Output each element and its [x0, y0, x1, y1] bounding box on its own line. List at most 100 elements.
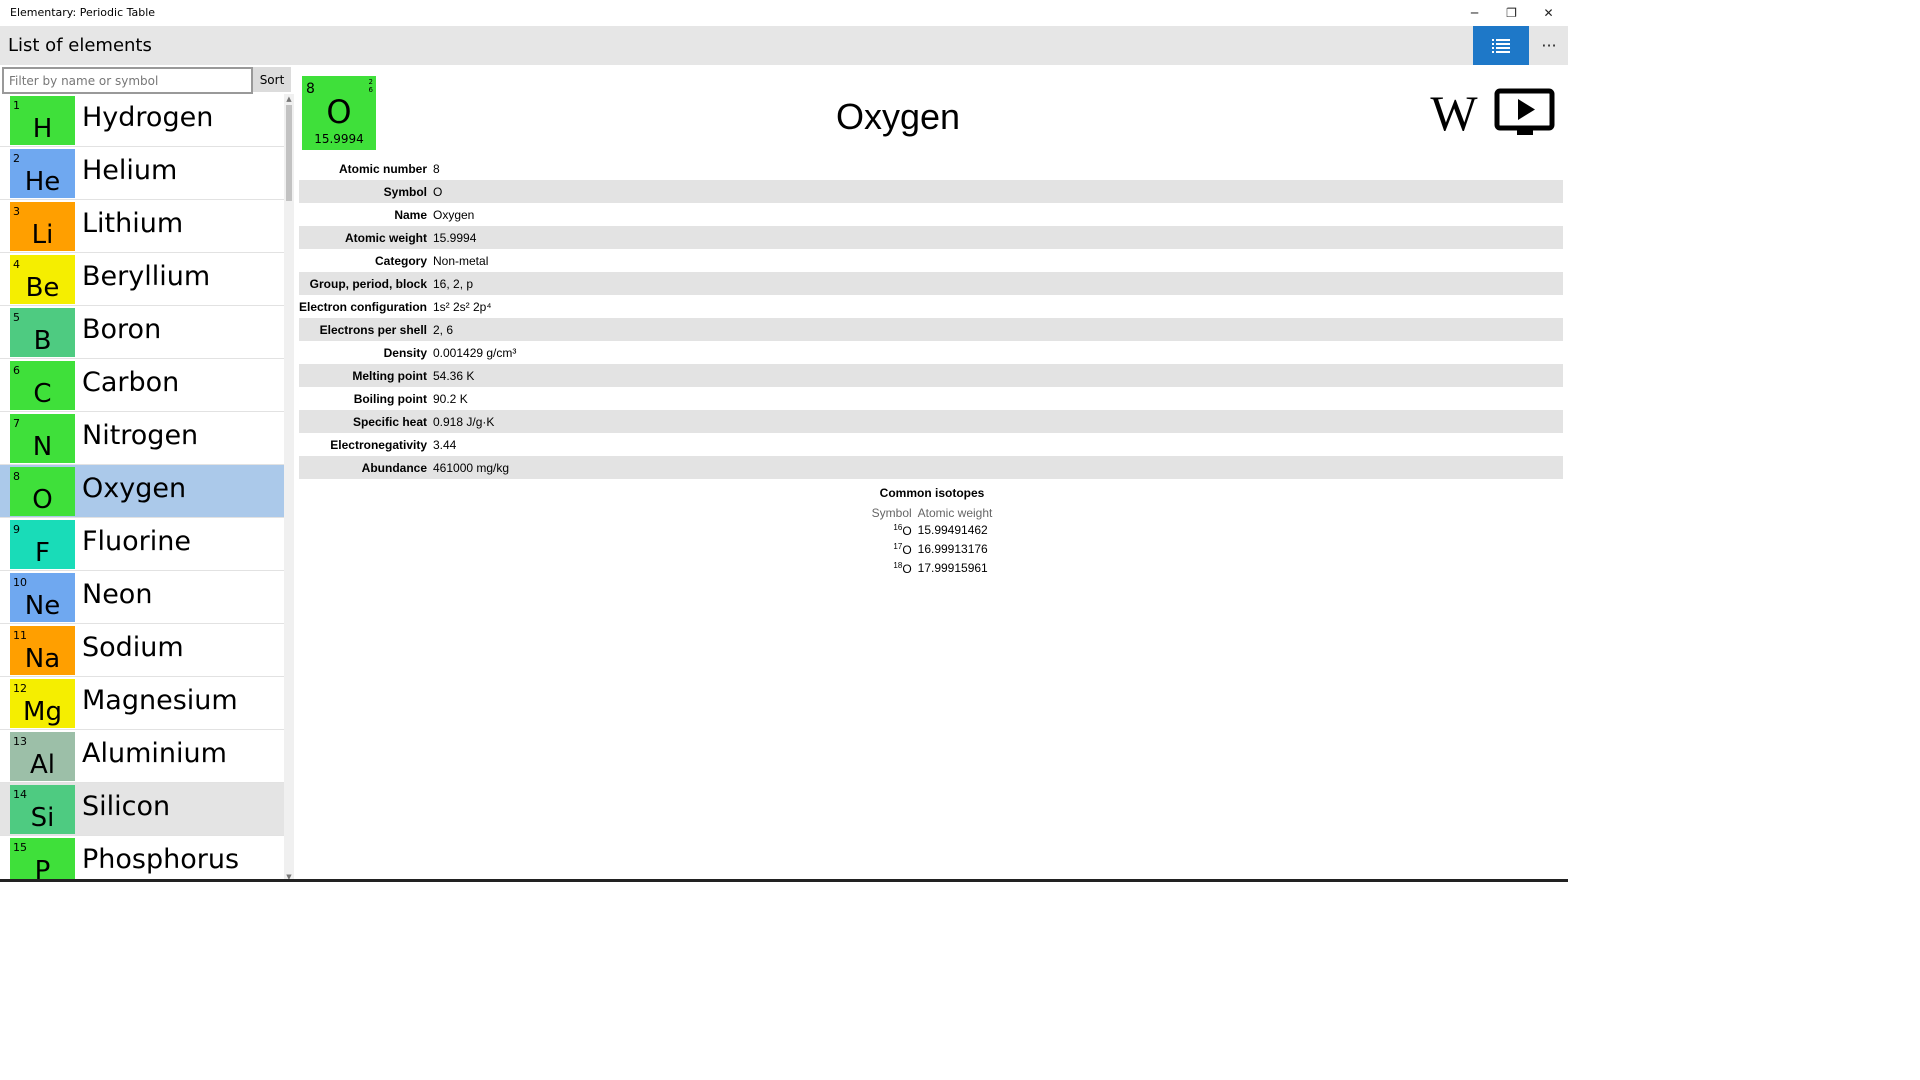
element-list-item[interactable]: 14 Si Silicon	[0, 783, 284, 836]
element-name: Fluorine	[82, 526, 191, 557]
scroll-thumb[interactable]	[286, 105, 292, 201]
wikipedia-icon[interactable]: W	[1423, 88, 1485, 138]
isotope-header-symbol: Symbol	[871, 506, 912, 520]
property-value: Non-metal	[433, 253, 489, 268]
element-tile: 6C	[10, 361, 75, 410]
maximize-button[interactable]: ❐	[1493, 0, 1530, 26]
element-list-item[interactable]: 8 O Oxygen	[0, 465, 284, 518]
isotopes-table: Symbol Atomic weight 16O 15.99491462 17O 16…	[869, 506, 996, 577]
element-list-item[interactable]: 12 Mg Magnesium	[0, 677, 284, 730]
list-scrollbar[interactable]: ▲ ▼	[284, 94, 294, 882]
property-label: Name	[394, 207, 427, 222]
property-row: Density 0.001429 g/cm³	[299, 341, 1563, 364]
element-name: Nitrogen	[82, 420, 199, 451]
filter-input[interactable]	[2, 67, 253, 94]
isotope-weight: 16.99913176	[917, 541, 988, 556]
element-list-item[interactable]: 4 Be Beryllium	[0, 253, 284, 306]
tile-shell-1: 2	[368, 78, 373, 86]
property-row: Abundance 461000 mg/kg	[299, 456, 1563, 479]
element-symbol: He	[24, 167, 61, 197]
element-symbol: O	[32, 485, 53, 515]
element-list-item[interactable]: 7 N Nitrogen	[0, 412, 284, 465]
isotope-symbol: 16O	[869, 520, 915, 539]
element-tile: 5B	[10, 308, 75, 357]
list-view-button[interactable]	[1473, 26, 1529, 65]
element-name: Oxygen	[82, 473, 187, 504]
element-list-item[interactable]: 13 Al Aluminium	[0, 730, 284, 783]
property-label: Atomic number	[338, 161, 427, 176]
property-label: Category	[374, 253, 427, 268]
element-list-item[interactable]: 5 B Boron	[0, 306, 284, 359]
property-label: Abundance	[299, 456, 433, 479]
element-list-item[interactable]: 3 Li Lithium	[0, 200, 284, 253]
element-symbol: C	[33, 379, 52, 409]
element-name: Phosphorus	[82, 844, 240, 875]
isotope-mass: 17	[893, 542, 903, 551]
video-icon[interactable]	[1494, 88, 1556, 140]
element-number: 10	[13, 576, 27, 589]
element-name: Lithium	[82, 208, 184, 239]
property-label: Melting point	[299, 364, 433, 387]
property-value: 90.2 K	[433, 391, 468, 406]
property-label: Atomic weight	[299, 226, 433, 249]
property-value: 0.918 J/g·K	[433, 410, 1563, 433]
element-list-item[interactable]: 11 Na Sodium	[0, 624, 284, 677]
isotope-weight: 17.99915961	[917, 560, 988, 575]
property-value: 3.44	[433, 437, 457, 452]
property-label: Group, period, block	[299, 272, 433, 295]
element-name: Magnesium	[82, 685, 238, 716]
sort-button[interactable]: Sort	[253, 67, 291, 92]
isotopes-title: Common isotopes	[879, 486, 985, 500]
element-number: 2	[13, 152, 20, 165]
property-label: Electrons per shell	[299, 318, 433, 341]
property-value: 461000 mg/kg	[433, 456, 1563, 479]
element-list-item[interactable]: 1 H Hydrogen	[0, 94, 284, 147]
element-tile: 15 P	[10, 838, 75, 882]
element-list: 1 H Hydrogen 2 He Helium 3 Li Lithium 4 Be Berylliu…	[0, 94, 284, 882]
element-tile: 11 Na	[10, 626, 75, 675]
element-symbol: Mg	[23, 697, 62, 727]
app-header: List of elements ···	[0, 26, 1568, 65]
property-value: 16, 2, p	[433, 272, 1563, 295]
property-row: Group, period, block 16, 2, p	[299, 272, 1563, 295]
element-number: 12	[13, 682, 27, 695]
element-name: Boron	[82, 314, 162, 345]
element-tile: 10 Ne	[10, 573, 75, 622]
property-row: Symbol O	[299, 180, 1563, 203]
element-number: 14	[13, 788, 27, 801]
property-row: Electrons per shell 2, 6	[299, 318, 1563, 341]
property-label: Specific heat	[299, 410, 433, 433]
minimize-button[interactable]: ─	[1456, 0, 1493, 26]
element-tile: 4 Be	[10, 255, 75, 304]
tile-symbol: O	[326, 93, 352, 131]
title-bar: Elementary: Periodic Table ─ ❐ ✕	[0, 0, 1568, 26]
more-options-button[interactable]: ···	[1530, 26, 1568, 65]
element-tile: 1H	[10, 96, 75, 145]
element-name: Neon	[82, 579, 153, 610]
element-symbol: Be	[25, 273, 60, 303]
property-value: 15.9994	[433, 226, 1563, 249]
close-button[interactable]: ✕	[1530, 0, 1567, 26]
element-number: 6	[13, 364, 20, 377]
element-list-item[interactable]: 6 C Carbon	[0, 359, 284, 412]
property-label: Electronegativity	[330, 437, 427, 452]
page-title: List of elements	[8, 35, 152, 56]
element-name: Silicon	[82, 791, 171, 822]
selected-element-tile: 8 2 6 O 15.9994	[302, 76, 376, 150]
element-list-item[interactable]: 15 P Phosphorus	[0, 836, 284, 882]
element-list-item[interactable]: 2 He Helium	[0, 147, 284, 200]
window-title: Elementary: Periodic Table	[10, 6, 156, 19]
element-list-item[interactable]: 9 F Fluorine	[0, 518, 284, 571]
tile-shells: 2 6	[369, 78, 373, 94]
element-number: 1	[13, 99, 20, 112]
element-number: 7	[13, 417, 20, 430]
element-list-item[interactable]: 10 Ne Neon	[0, 571, 284, 624]
properties-table: Atomic number 8 Symbol O Name Oxygen Atomic we…	[299, 157, 1563, 479]
scroll-up-arrow-icon[interactable]: ▲	[284, 94, 294, 104]
property-row: Electronegativity 3.44	[299, 433, 1563, 456]
element-symbol: Ne	[24, 591, 61, 621]
property-row: Atomic weight 15.9994	[299, 226, 1563, 249]
element-tile: 8O	[10, 467, 75, 516]
element-tile: 13 Al	[10, 732, 75, 781]
element-name: Aluminium	[82, 738, 227, 769]
